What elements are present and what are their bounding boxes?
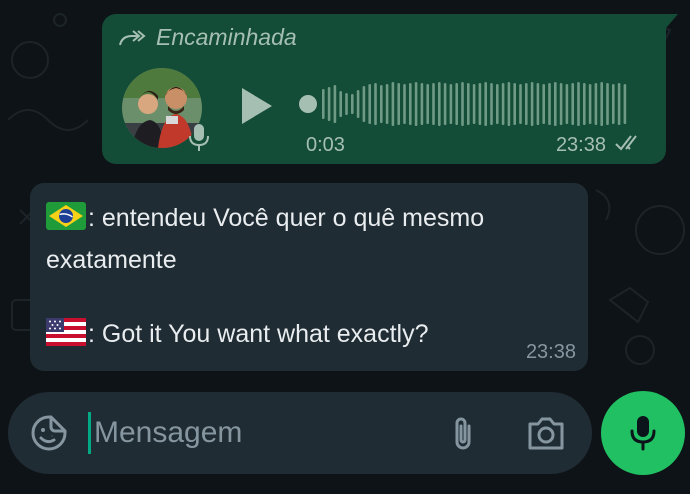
waveform-bar — [571, 83, 574, 125]
audio-waveform[interactable] — [292, 80, 632, 128]
waveform-bar — [409, 83, 412, 125]
waveform-bar — [414, 82, 418, 126]
waveform-bar — [443, 83, 447, 125]
paperclip-icon[interactable] — [448, 414, 478, 454]
text-message-bubble[interactable]: : entendeu Você quer o quê mesmo exatame… — [30, 183, 588, 371]
waveform-bar — [612, 84, 615, 124]
waveform-bar — [322, 89, 325, 119]
voice-duration: 0:03 — [306, 134, 345, 156]
waveform-bar — [345, 93, 348, 115]
message-time: 23:38 — [555, 134, 606, 156]
message-line-pt-cont: exatamente — [46, 243, 177, 277]
waveform-bar — [588, 84, 592, 124]
waveform-bar — [565, 84, 569, 124]
waveform-bar — [455, 83, 458, 125]
waveform-bar — [600, 82, 603, 126]
waveform-bar — [594, 83, 598, 125]
playback-position-dot[interactable] — [299, 95, 317, 113]
waveform-bar — [432, 83, 435, 125]
double-check-icon — [615, 135, 637, 151]
waveform-bar — [478, 83, 482, 125]
waveform-bar — [525, 83, 528, 125]
voice-message-bubble[interactable]: Encaminhada 0:03 23:38 — [102, 14, 678, 164]
waveform-bar — [530, 82, 534, 126]
waveform-bar — [391, 82, 395, 126]
play-icon[interactable] — [236, 84, 276, 128]
waveform-bar — [449, 84, 453, 124]
bubble-tail — [666, 14, 678, 28]
waveform-bar — [490, 83, 493, 125]
message-text-pt-cont: exatamente — [46, 246, 177, 274]
waveform-bar — [327, 87, 331, 121]
forwarded-indicator: Encaminhada — [118, 24, 297, 51]
message-line-pt: : entendeu Você quer o quê mesmo — [46, 201, 484, 235]
waveform-bar — [403, 84, 406, 124]
waveform-bar — [484, 82, 487, 126]
waveform-bar — [559, 83, 563, 125]
message-composer — [8, 392, 592, 474]
sticker-emoji-icon[interactable] — [30, 414, 68, 452]
sender-avatar[interactable] — [122, 68, 209, 151]
waveform-bar — [461, 82, 464, 126]
waveform-bar — [507, 82, 511, 126]
waveform-bar — [577, 82, 580, 126]
waveform-bar — [472, 84, 476, 124]
flag-usa-icon — [46, 318, 86, 347]
waveform-bar — [536, 83, 540, 125]
message-time: 23:38 — [525, 341, 576, 363]
waveform-bar — [542, 84, 545, 124]
message-text-en: : Got it You want what exactly? — [88, 320, 429, 348]
waveform-bar — [420, 83, 424, 125]
waveform-bar — [368, 84, 371, 124]
waveform-bar — [380, 85, 383, 123]
waveform-bar — [438, 82, 441, 126]
waveform-bar — [519, 84, 522, 124]
message-input[interactable] — [94, 408, 424, 458]
voice-record-button[interactable] — [601, 391, 685, 475]
forwarded-label: Encaminhada — [156, 24, 297, 50]
waveform-bar — [356, 90, 360, 118]
waveform-bar — [554, 82, 557, 126]
waveform-bar — [617, 83, 621, 125]
waveform-bar — [426, 84, 429, 124]
waveform-bar — [351, 94, 354, 114]
message-line-en: : Got it You want what exactly? — [46, 317, 428, 351]
waveform-bar — [513, 83, 516, 125]
waveform-bar — [362, 86, 366, 122]
waveform-bar — [333, 85, 337, 123]
waveform-bar — [467, 83, 470, 125]
text-caret — [88, 412, 91, 454]
waveform-bar — [501, 83, 505, 125]
waveform-bar — [339, 91, 342, 117]
waveform-bar — [385, 84, 389, 124]
microphone-icon — [189, 124, 209, 151]
waveform-bar — [548, 83, 551, 125]
waveform-bar — [496, 84, 499, 124]
flag-brazil-icon — [46, 202, 86, 231]
forward-double-arrow-icon — [119, 29, 146, 45]
camera-icon[interactable] — [526, 414, 566, 452]
waveform-bar — [374, 83, 377, 125]
waveform-bar — [606, 83, 609, 125]
microphone-icon — [630, 416, 656, 451]
waveform-bar — [397, 83, 400, 125]
waveform-bar — [623, 84, 627, 124]
message-text-pt: : entendeu Você quer o quê mesmo — [88, 204, 485, 232]
waveform-bar — [583, 83, 586, 125]
